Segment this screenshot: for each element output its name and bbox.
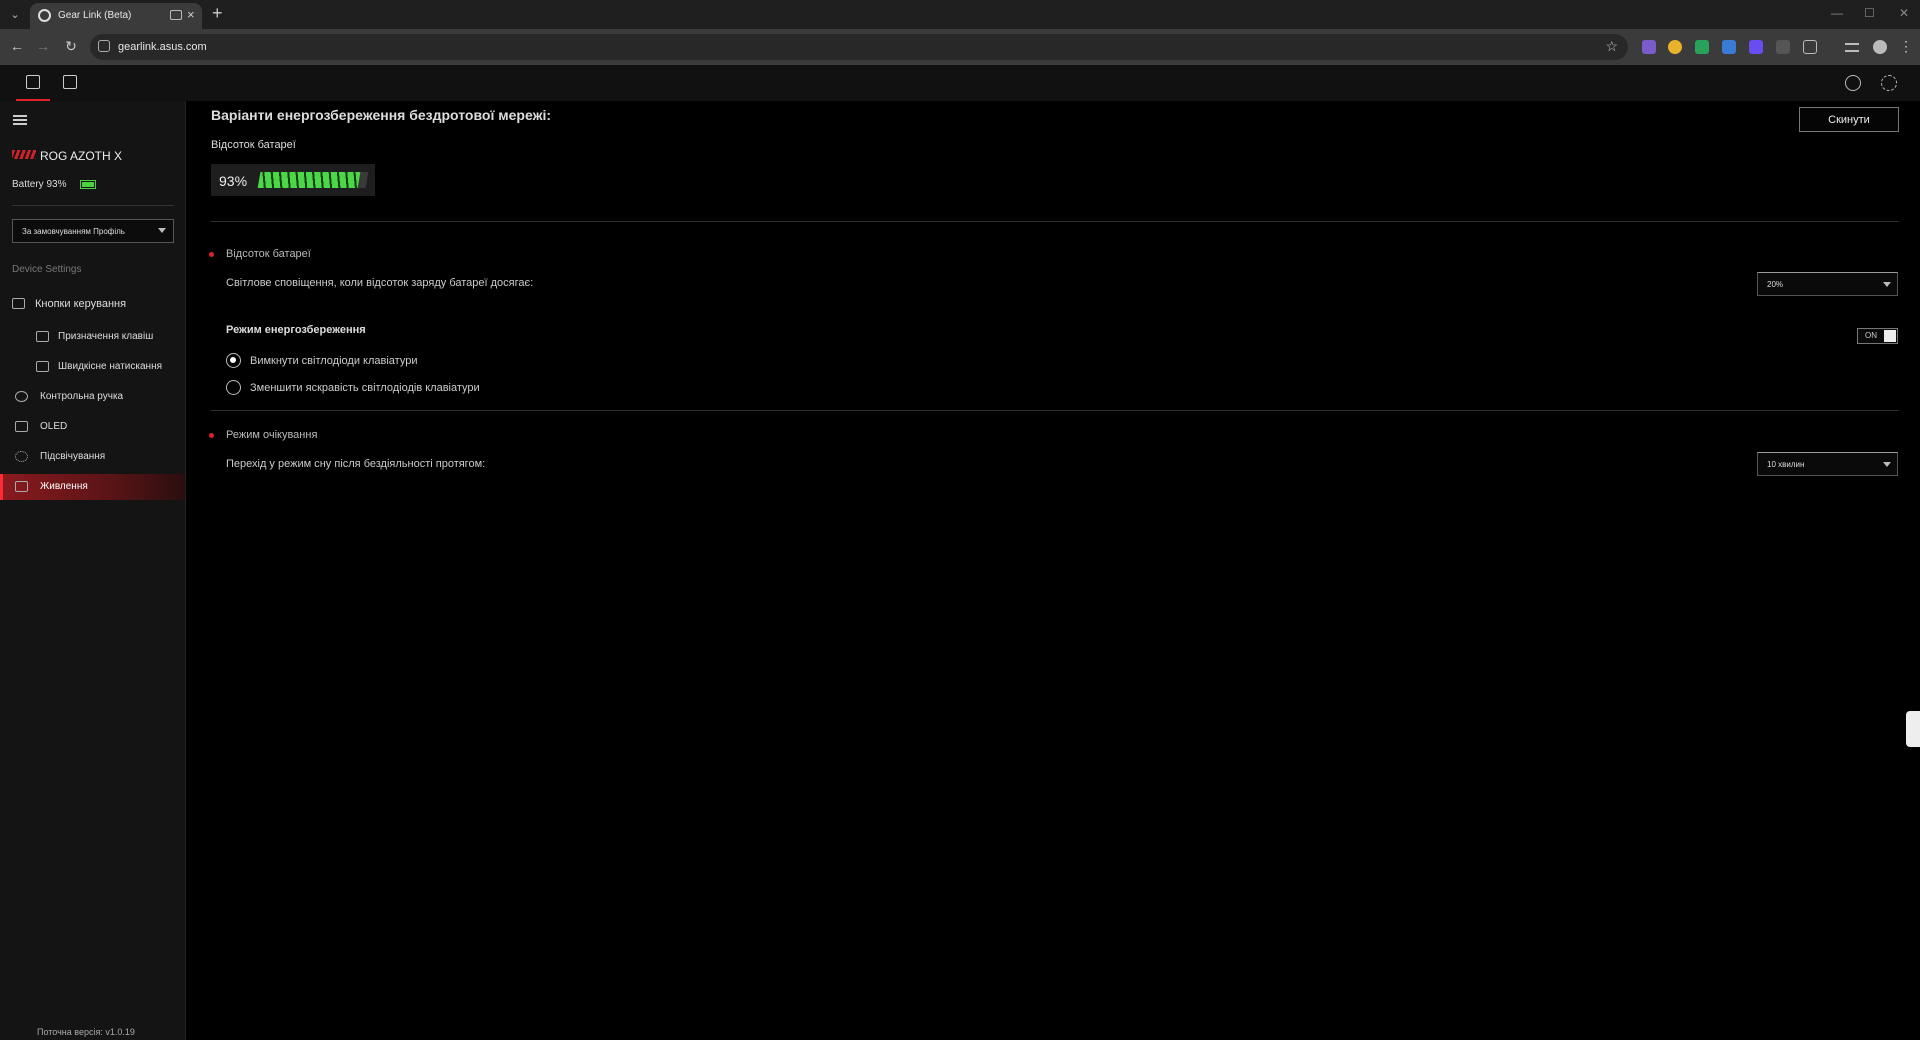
sidebar-item-label: Призначення клавіш <box>58 331 154 342</box>
page-title: Варіанти енергозбереження бездротової ме… <box>211 107 552 123</box>
tab-search-icon[interactable]: ⌄ <box>6 6 24 24</box>
sync-icon[interactable] <box>1845 75 1861 91</box>
battery-icon <box>80 180 96 189</box>
section-bullet <box>209 252 214 257</box>
url-text[interactable]: gearlink.asus.com <box>118 41 207 53</box>
browser-tab[interactable]: Gear Link (Beta) × <box>30 3 202 29</box>
radio-disable-leds-label[interactable]: Вимкнути світлодіоди клавіатури <box>250 355 417 367</box>
section-bullet <box>209 433 214 438</box>
profile-dropdown[interactable]: За замовчуванням Профіль <box>12 219 174 243</box>
app-header <box>0 65 1920 101</box>
battery-percent: 93% <box>219 173 248 189</box>
sidebar-item-label: Контрольна ручка <box>40 391 124 402</box>
close-window-icon[interactable]: ✕ <box>1899 6 1909 20</box>
sidebar-item-label: Кнопки керування <box>35 298 127 310</box>
chevron-down-icon <box>158 228 166 233</box>
sidebar-item-rapid-press[interactable]: Швидкісне натискання <box>0 354 185 380</box>
gear-link-favicon-icon <box>38 9 51 22</box>
standby-dropdown[interactable]: 10 хвилин <box>1757 452 1898 476</box>
browser-menu-icon[interactable]: ⋮ <box>1897 37 1915 55</box>
forward-icon[interactable]: → <box>34 37 52 55</box>
reading-list-icon[interactable] <box>1845 43 1859 52</box>
tab-store[interactable] <box>53 65 87 101</box>
close-tab-icon[interactable]: × <box>187 7 195 22</box>
battery-level-fill <box>257 172 361 188</box>
lighting-icon <box>15 451 28 462</box>
toggle-knob <box>1884 330 1896 342</box>
extension-drive-icon[interactable] <box>1695 40 1709 54</box>
browser-toolbar: ← → ↻ gearlink.asus.com ☆ ⋮ <box>0 29 1920 65</box>
bookmark-star-icon[interactable]: ☆ <box>1605 38 1618 55</box>
oled-icon <box>15 421 28 432</box>
tab-title: Gear Link (Beta) <box>58 10 132 21</box>
rapid-press-icon <box>36 361 49 372</box>
hamburger-menu-icon[interactable] <box>13 115 27 125</box>
battery-alert-dropdown[interactable]: 20% <box>1757 272 1898 296</box>
sidebar-item-label: OLED <box>40 421 68 432</box>
sidebar-item-oled[interactable]: OLED <box>0 414 185 440</box>
sidebar-item-lighting[interactable]: Підсвічування <box>0 444 185 470</box>
extension-translate-icon[interactable] <box>1722 40 1736 54</box>
device-name: ROG AZOTH X <box>40 149 123 163</box>
sidebar: ROG AZOTH X Battery 93% За замовчуванням… <box>0 101 186 1040</box>
standby-description: Перехід у режим сну після бездіяльності … <box>226 458 486 470</box>
side-panel-handle[interactable] <box>1906 711 1920 747</box>
section-divider <box>211 221 1899 222</box>
site-info-icon[interactable] <box>98 40 110 52</box>
key-mapping-icon <box>36 331 49 342</box>
tab-device[interactable] <box>16 65 50 101</box>
extension-d-icon[interactable] <box>1749 40 1763 54</box>
radio-dim-leds[interactable] <box>226 380 241 395</box>
gear-icon[interactable] <box>1881 75 1897 91</box>
store-icon <box>63 75 77 89</box>
extension-pen-icon[interactable] <box>1642 40 1656 54</box>
radio-disable-leds[interactable] <box>226 353 241 368</box>
browser-tabstrip: ⌄ Gear Link (Beta) × + — ☐ ✕ <box>0 0 1920 29</box>
version-text: Поточна версія: v1.0.19 <box>37 1027 135 1037</box>
sidebar-item-knob[interactable]: Контрольна ручка <box>0 384 185 410</box>
sidebar-item-power[interactable]: Живлення <box>0 474 185 500</box>
power-icon <box>15 481 28 492</box>
back-icon[interactable]: ← <box>8 37 26 55</box>
maximize-icon[interactable]: ☐ <box>1864 6 1875 20</box>
radio-dim-leds-label[interactable]: Зменшити яскравість світлодіодів клавіат… <box>250 382 480 394</box>
battery-status-text: Battery 93% <box>12 179 67 190</box>
keyboard-icon <box>12 298 25 309</box>
chevron-down-icon <box>1883 462 1891 467</box>
device-icon <box>26 75 40 89</box>
minimize-icon[interactable]: — <box>1831 6 1843 20</box>
battery-level-bar <box>257 172 369 188</box>
battery-alert-description: Світлове сповіщення, коли відсоток заряд… <box>226 277 534 289</box>
standby-value: 10 хвилин <box>1767 460 1805 469</box>
standby-heading: Режим очікування <box>226 429 318 441</box>
sidebar-item-label: Живлення <box>40 481 88 492</box>
sidebar-item-label: Підсвічування <box>40 451 106 462</box>
knob-icon <box>15 391 28 402</box>
battery-alert-heading: Відсоток батареї <box>226 248 311 260</box>
memory-saver-icon <box>170 10 182 20</box>
toggle-label: ON <box>1865 331 1877 340</box>
battery-alert-value: 20% <box>1767 280 1784 289</box>
section-label: Device Settings <box>12 264 82 275</box>
reload-icon[interactable]: ↻ <box>62 37 80 55</box>
sidebar-item-label: Швидкісне натискання <box>58 361 163 372</box>
reset-button[interactable]: Скинути <box>1799 107 1899 132</box>
profile-value: За замовчуванням Профіль <box>22 227 125 236</box>
rog-logo-icon <box>12 150 36 159</box>
power-saving-heading: Режим енергозбереження <box>226 324 366 336</box>
extensions-puzzle-icon[interactable] <box>1803 40 1817 54</box>
profile-avatar-icon[interactable] <box>1873 40 1887 54</box>
sidebar-divider <box>12 205 174 206</box>
battery-section-title: Відсоток батареї <box>211 139 296 151</box>
sidebar-item-key-mapping[interactable]: Призначення клавіш <box>0 324 185 350</box>
address-bar[interactable]: gearlink.asus.com ☆ <box>90 34 1628 60</box>
battery-level-display: 93% <box>211 164 375 196</box>
power-saving-toggle[interactable]: ON <box>1857 328 1898 344</box>
section-divider <box>211 410 1899 411</box>
chevron-down-icon <box>1883 282 1891 287</box>
extension-chrome-icon[interactable] <box>1668 40 1682 54</box>
new-tab-icon[interactable]: + <box>212 3 223 24</box>
sidebar-item-buttons[interactable]: Кнопки керування <box>0 291 185 317</box>
extension-i-icon[interactable] <box>1776 40 1790 54</box>
